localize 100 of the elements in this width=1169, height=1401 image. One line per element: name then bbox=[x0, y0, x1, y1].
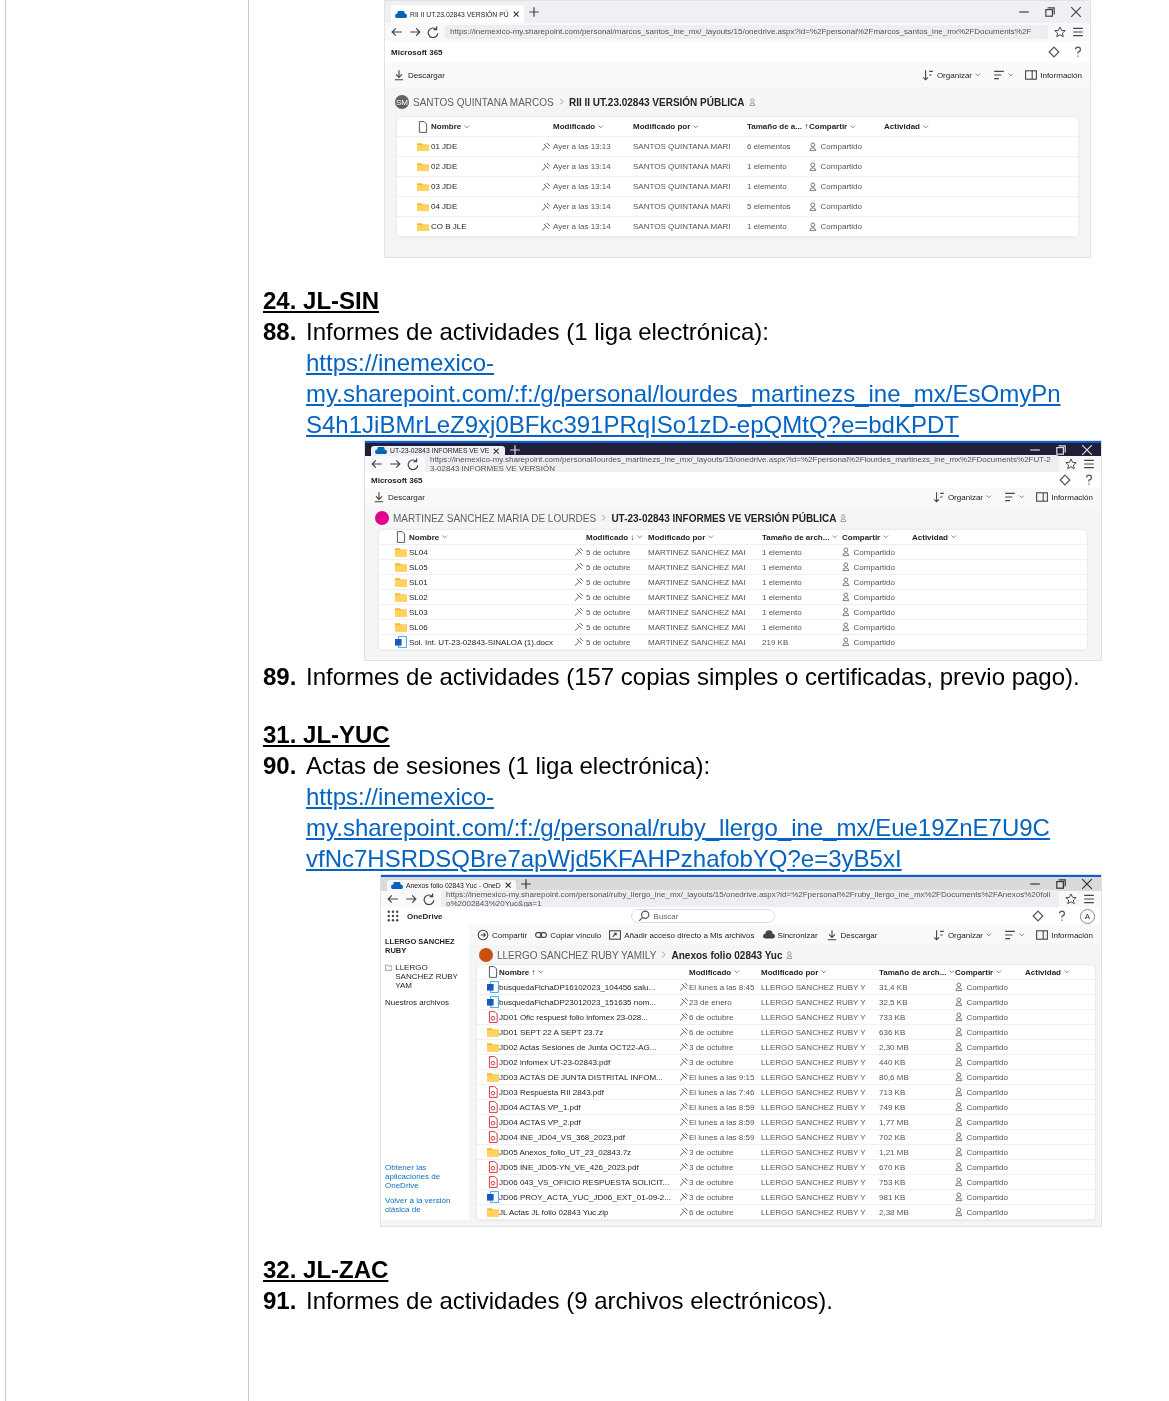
diamond-icon[interactable] bbox=[1059, 474, 1071, 486]
file-name[interactable]: JD05 Anexos_folio_UT_23_02843.7z bbox=[499, 1145, 679, 1160]
forward-arrow-icon[interactable] bbox=[405, 893, 417, 905]
forward-arrow-icon[interactable] bbox=[389, 458, 401, 470]
link[interactable]: https://inemexico- bbox=[306, 347, 495, 378]
column-header[interactable]: Actividad bbox=[884, 117, 1078, 137]
file-name[interactable]: JD02 infomex UT-23-02843.pdf bbox=[499, 1055, 679, 1070]
toolbar-button[interactable]: Organizar bbox=[921, 69, 981, 81]
file-name[interactable]: busquedaFichaDP23012023_151635 nom... bbox=[499, 995, 679, 1010]
close-icon[interactable] bbox=[1081, 878, 1093, 890]
diamond-icon[interactable] bbox=[1032, 910, 1044, 922]
help-icon[interactable] bbox=[1056, 910, 1068, 922]
close-icon[interactable] bbox=[1070, 6, 1082, 18]
link[interactable]: S4h1JiBMrLeZ9xj0BFkc391PRqISo1zD-epQMtQ?e=bdKPDT bbox=[306, 409, 959, 440]
sidebar-item[interactable]: Nuestros archivos bbox=[385, 998, 465, 1007]
sidebar-link[interactable]: Volver a la versión clásica de bbox=[385, 1196, 465, 1214]
breadcrumb-owner[interactable]: SANTOS QUINTANA MARCOS bbox=[413, 96, 554, 108]
menu-icon[interactable] bbox=[1083, 458, 1095, 470]
file-name[interactable]: SL03 bbox=[409, 605, 574, 620]
star-icon[interactable] bbox=[1054, 26, 1066, 38]
toolbar-button[interactable]: Organizar bbox=[932, 491, 992, 503]
column-header[interactable]: Nombre ↑ bbox=[499, 965, 689, 980]
forward-arrow-icon[interactable] bbox=[409, 26, 421, 38]
column-header[interactable]: Compartir bbox=[809, 117, 884, 137]
toolbar-button[interactable]: Compartir bbox=[477, 929, 528, 941]
breadcrumb-owner[interactable]: MARTINEZ SANCHEZ MARIA DE LOURDES bbox=[393, 512, 597, 524]
link[interactable]: my.sharepoint.com/:f:/g/personal/lourdes_martinezs_ine_mx/EsOmyPn bbox=[306, 378, 1061, 409]
column-header[interactable]: Modificado bbox=[553, 117, 633, 137]
column-header[interactable]: Modificado bbox=[689, 965, 761, 980]
file-name[interactable]: 02 JDE bbox=[431, 157, 541, 177]
sidebar-item[interactable]: LLERGO SANCHEZ RUBY YAM bbox=[385, 963, 465, 990]
file-name[interactable]: 04 JDE bbox=[431, 197, 541, 217]
file-name[interactable]: 01 JDE bbox=[431, 137, 541, 157]
column-header[interactable]: Tamaño de a... ↑ bbox=[747, 117, 809, 137]
toolbar-button[interactable] bbox=[1003, 929, 1025, 941]
file-name[interactable]: SL04 bbox=[409, 545, 574, 560]
column-header[interactable]: Compartir bbox=[842, 530, 912, 545]
file-name[interactable]: JD04 ACTAS VP_2.pdf bbox=[499, 1115, 679, 1130]
toolbar-button[interactable]: Descargar bbox=[393, 69, 445, 81]
column-header[interactable]: Actividad bbox=[912, 530, 1087, 545]
star-icon[interactable] bbox=[1065, 893, 1077, 905]
app-launcher-icon[interactable] bbox=[387, 910, 399, 922]
file-name[interactable]: JD01 SEPT 22 A SEPT 23.7z bbox=[499, 1025, 679, 1040]
file-name[interactable]: JD03 Respuesta RII 2843.pdf bbox=[499, 1085, 679, 1100]
file-name[interactable]: JD02 Actas Sesiones de Junta OCT22-AG... bbox=[499, 1040, 679, 1055]
column-header[interactable]: Tamaño de arch... bbox=[762, 530, 842, 545]
toolbar-button[interactable]: Sincronizar bbox=[762, 929, 818, 941]
reload-icon[interactable] bbox=[407, 458, 419, 470]
menu-icon[interactable] bbox=[1083, 893, 1095, 905]
toolbar-button[interactable] bbox=[1003, 491, 1025, 503]
column-header[interactable]: Modificado por bbox=[633, 117, 747, 137]
breadcrumb-owner[interactable]: LLERGO SANCHEZ RUBY YAMILY bbox=[497, 949, 657, 961]
toolbar-button[interactable]: Información bbox=[1036, 491, 1093, 503]
file-name[interactable]: busquedaFichaDP16102023_104456 salu... bbox=[499, 980, 679, 995]
back-arrow-icon[interactable] bbox=[391, 26, 403, 38]
file-name[interactable]: SL06 bbox=[409, 620, 574, 635]
file-name[interactable]: JD06 043_VS_OFICIO RESPUESTA SOLICIT... bbox=[499, 1175, 679, 1190]
file-name[interactable]: JD03 ACTAS DE JUNTA DISTRITAL INFOM... bbox=[499, 1070, 679, 1085]
toolbar-button[interactable]: Organizar bbox=[932, 929, 992, 941]
column-header[interactable]: Modificado ↓ bbox=[586, 530, 648, 545]
toolbar-button[interactable]: Descargar bbox=[825, 929, 878, 941]
toolbar-button[interactable]: Información bbox=[1025, 69, 1082, 81]
restore-icon[interactable] bbox=[1044, 6, 1056, 18]
file-name[interactable]: SL01 bbox=[409, 575, 574, 590]
file-name[interactable]: JD04 ACTAS VP_1.pdf bbox=[499, 1100, 679, 1115]
link[interactable]: my.sharepoint.com/:f:/g/personal/ruby_llergo_ine_mx/Eue19ZnE7U9C bbox=[306, 812, 1050, 843]
file-name[interactable]: 03 JDE bbox=[431, 177, 541, 197]
back-arrow-icon[interactable] bbox=[387, 893, 399, 905]
star-icon[interactable] bbox=[1065, 458, 1077, 470]
file-name[interactable]: JD06 PROY_ACTA_YUC_JD06_EXT_01-09-2... bbox=[499, 1190, 679, 1205]
column-header[interactable]: Compartir bbox=[955, 965, 1025, 980]
reload-icon[interactable] bbox=[427, 26, 439, 38]
column-header[interactable]: Nombre bbox=[409, 530, 586, 545]
file-name[interactable]: JD04 INE_JD04_VS_368_2023.pdf bbox=[499, 1130, 679, 1145]
toolbar-button[interactable]: Añadir acceso directo a Mis archivos bbox=[609, 929, 755, 941]
reload-icon[interactable] bbox=[423, 893, 435, 905]
sidebar-link[interactable]: Obtener las aplicaciones de OneDrive bbox=[385, 1163, 465, 1190]
toolbar-button[interactable]: Copiar vínculo bbox=[535, 929, 602, 941]
column-header[interactable]: Tamaño de arch... bbox=[879, 965, 955, 980]
menu-icon[interactable] bbox=[1072, 26, 1084, 38]
file-name[interactable]: JD01 Ofic respuest folio infomex 23-028... bbox=[499, 1010, 679, 1025]
toolbar-button[interactable]: Información bbox=[1036, 929, 1093, 941]
column-header[interactable]: Actividad bbox=[1025, 965, 1095, 980]
restore-icon[interactable] bbox=[1055, 443, 1067, 456]
column-header[interactable]: Modificado por bbox=[648, 530, 762, 545]
link[interactable]: https://inemexico- bbox=[306, 781, 495, 812]
file-name[interactable]: CO B JLE bbox=[431, 217, 541, 237]
address-bar[interactable]: https://inemexico-my.sharepoint.com/personal/marcos_santos_ine_mx/_layouts/15/onedrive.aspx?id=%2Fpersonal%2Fmarcos_santos_ine_mx%2FDocuments%2F bbox=[445, 25, 1048, 39]
file-name[interactable]: SL05 bbox=[409, 560, 574, 575]
column-header[interactable]: Modificado por bbox=[761, 965, 879, 980]
file-name[interactable]: JL Actas JL folio 02843 Yuc.zip bbox=[499, 1205, 679, 1220]
file-name[interactable]: SL02 bbox=[409, 590, 574, 605]
toolbar-button[interactable]: Descargar bbox=[373, 491, 425, 503]
toolbar-button[interactable] bbox=[992, 69, 1014, 81]
restore-icon[interactable] bbox=[1055, 878, 1067, 890]
file-name[interactable]: Sol. Int. UT-23-02843-SINALOA (1).docx bbox=[409, 635, 574, 650]
file-name[interactable]: JD05 INE_JD05-YN_VE_426_2023.pdf bbox=[499, 1160, 679, 1175]
column-header[interactable]: Nombre bbox=[431, 117, 553, 137]
help-icon[interactable] bbox=[1083, 474, 1095, 486]
help-icon[interactable] bbox=[1072, 46, 1084, 58]
